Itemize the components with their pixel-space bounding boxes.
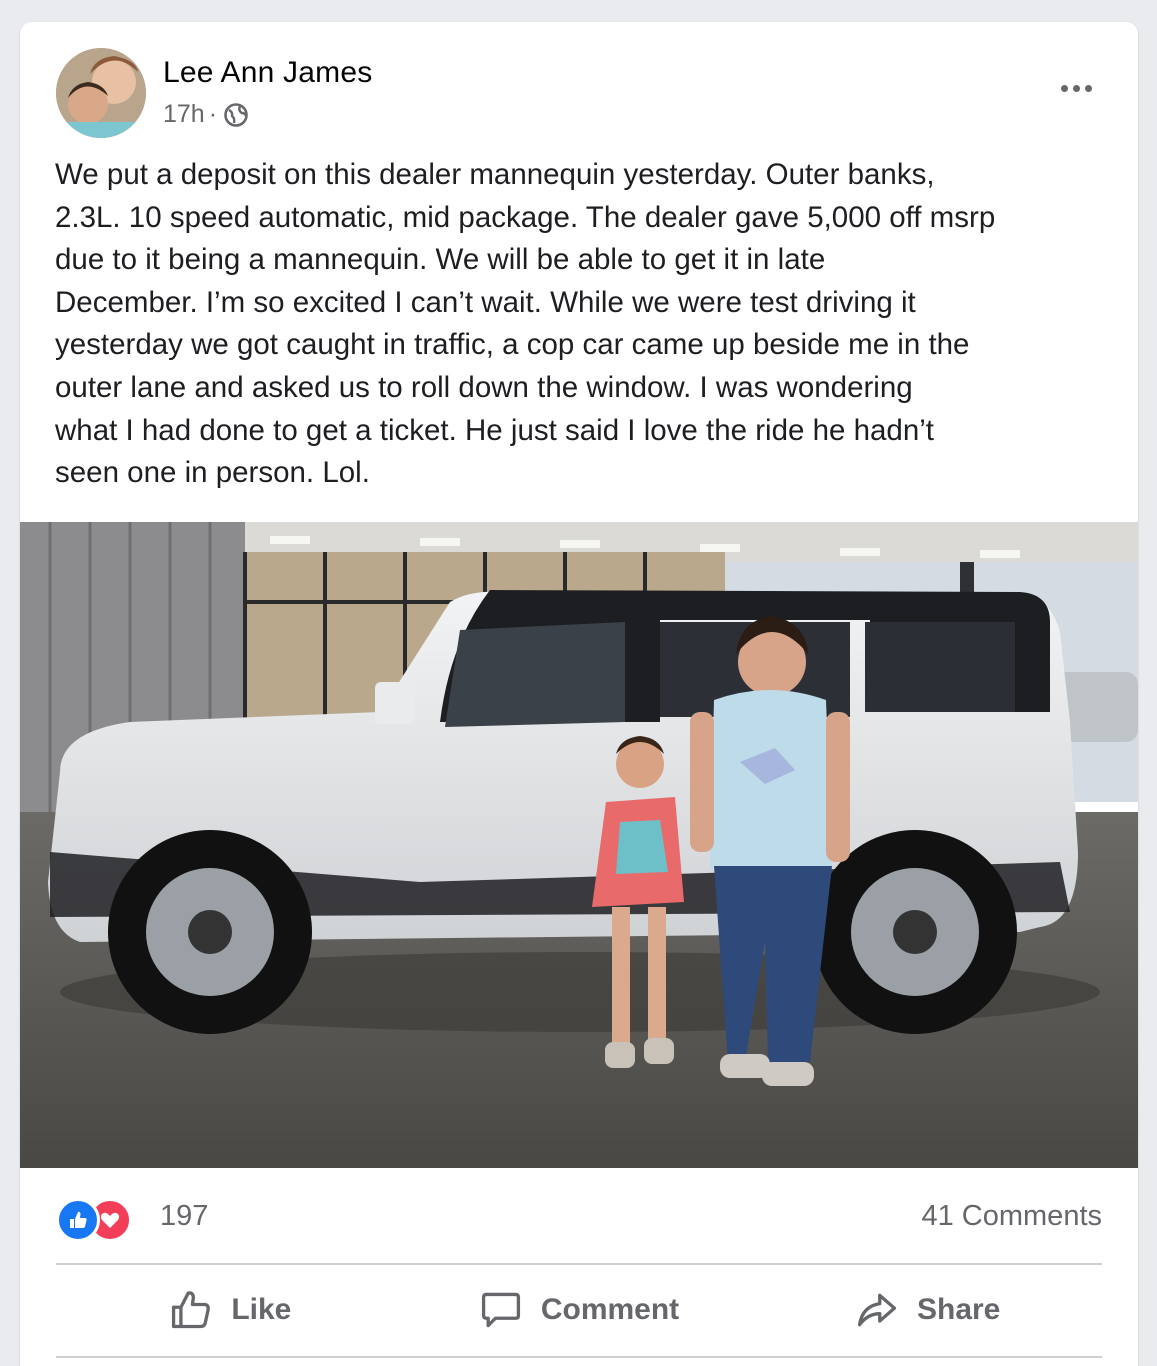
post-photo[interactable] bbox=[20, 522, 1138, 1168]
like-button[interactable]: Like bbox=[56, 1265, 405, 1355]
comment-icon bbox=[481, 1292, 520, 1328]
post-header: Lee Ann James 17h · bbox=[56, 48, 1108, 140]
author-avatar[interactable] bbox=[56, 48, 146, 138]
share-label: Share bbox=[916, 1293, 1001, 1326]
more-options-icon[interactable] bbox=[1056, 76, 1096, 100]
author-name[interactable]: Lee Ann James bbox=[163, 56, 372, 90]
thumbs-up-icon bbox=[172, 1291, 211, 1329]
share-button[interactable]: Share bbox=[753, 1265, 1102, 1355]
reaction-count[interactable]: 197 bbox=[160, 1200, 208, 1233]
share-icon bbox=[857, 1293, 897, 1327]
comment-button[interactable]: Comment bbox=[405, 1265, 754, 1355]
comments-count[interactable]: 41 Comments bbox=[921, 1200, 1102, 1233]
globe-icon bbox=[223, 102, 249, 128]
like-reaction-icon bbox=[56, 1198, 100, 1242]
meta-separator: · bbox=[208, 100, 218, 128]
like-label: Like bbox=[231, 1293, 292, 1326]
post-timestamp[interactable]: 17h bbox=[163, 100, 205, 129]
reaction-icons[interactable] bbox=[56, 1198, 132, 1242]
post-card: Lee Ann James 17h · We put a deposit on … bbox=[20, 22, 1138, 1366]
post-text: We put a deposit on this dealer mannequi… bbox=[55, 158, 996, 490]
comment-label: Comment bbox=[540, 1293, 680, 1326]
post-meta: 17h · bbox=[163, 100, 249, 129]
actions-divider bbox=[56, 1356, 1102, 1358]
post-actions: Like Comment Share bbox=[56, 1265, 1102, 1355]
post-stats: 197 41 Comments bbox=[56, 1190, 1102, 1242]
